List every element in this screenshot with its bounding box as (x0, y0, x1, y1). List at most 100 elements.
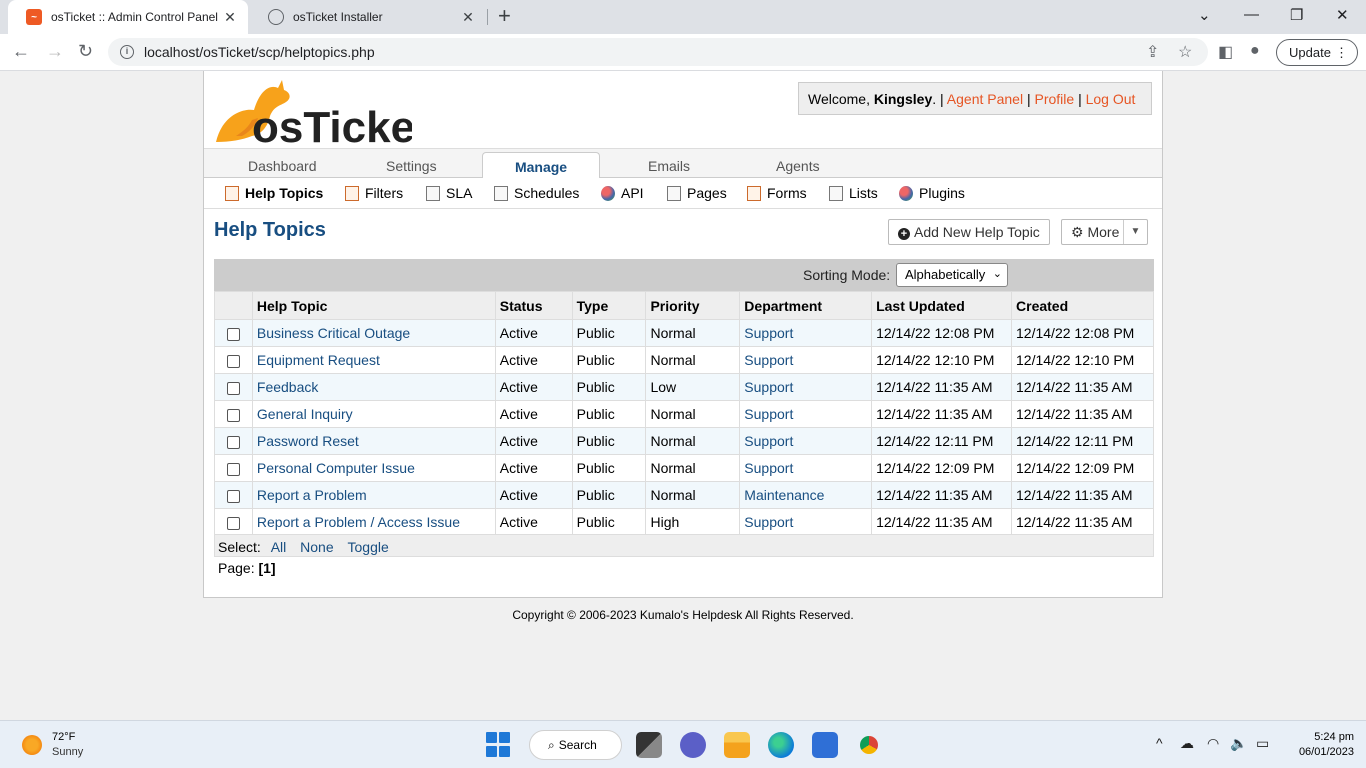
system-clock[interactable]: 5:24 pm 06/01/2023 (1284, 730, 1354, 760)
taskbar-search[interactable]: ⌕ Search (529, 730, 622, 760)
tab-installer[interactable]: osTicket Installer ✕ (250, 0, 486, 34)
wifi-icon[interactable]: ◠ (1207, 735, 1219, 752)
tab-settings[interactable]: Settings (386, 158, 437, 174)
restore-icon[interactable]: ❐ (1290, 6, 1303, 24)
select-all-link[interactable]: All (271, 539, 287, 555)
column-header[interactable]: Status (494, 291, 573, 320)
row-checkbox[interactable] (226, 435, 240, 449)
add-help-topic-button[interactable]: + Add New Help Topic (888, 219, 1050, 245)
subnav-help-topics[interactable]: Help Topics (225, 185, 323, 201)
subnav-forms[interactable]: Forms (747, 185, 807, 201)
sorting-mode-select[interactable]: Alphabetically ⌄ (896, 263, 1008, 287)
profile-avatar-icon[interactable]: ● (1250, 42, 1260, 60)
row-checkbox[interactable] (226, 408, 240, 422)
more-button[interactable]: ⚙ More ▼ (1061, 219, 1148, 245)
weather-condition[interactable]: Sunny (52, 746, 83, 758)
subnav-sla[interactable]: SLA (426, 185, 472, 201)
subnav-filters[interactable]: Filters (345, 185, 403, 201)
chevron-up-icon[interactable]: ^ (1156, 735, 1163, 751)
osticket-logo[interactable]: osTicket (212, 76, 412, 146)
tab-agents[interactable]: Agents (776, 158, 820, 174)
back-icon[interactable]: ← (12, 41, 30, 61)
subnav-api[interactable]: API (601, 185, 644, 201)
edge-icon[interactable] (768, 732, 794, 758)
department-link[interactable]: Support (744, 406, 793, 422)
bookmark-star-icon[interactable]: ☆ (1178, 42, 1192, 62)
help-topic-link[interactable]: Equipment Request (257, 352, 380, 368)
new-tab-icon[interactable]: + (498, 5, 511, 27)
close-tab-icon[interactable]: ✕ (222, 9, 238, 26)
task-view-icon[interactable] (636, 732, 662, 758)
help-topic-link[interactable]: Feedback (257, 379, 318, 395)
department-link[interactable]: Support (744, 460, 793, 476)
row-checkbox[interactable] (226, 489, 240, 503)
forward-icon[interactable]: → (46, 41, 64, 61)
profile-link[interactable]: Profile (1035, 91, 1075, 107)
share-icon[interactable]: ⇪ (1146, 42, 1159, 62)
help-topic-link[interactable]: Report a Problem (257, 487, 367, 503)
department-link[interactable]: Support (744, 514, 793, 530)
column-header[interactable]: Type (571, 291, 647, 320)
column-header[interactable]: Department (739, 291, 873, 320)
tab-dashboard[interactable]: Dashboard (248, 158, 317, 174)
chrome-icon[interactable] (856, 732, 882, 758)
store-icon[interactable] (812, 732, 838, 758)
column-header[interactable]: Last Updated (871, 291, 1013, 320)
file-explorer-icon[interactable] (724, 732, 750, 758)
side-panel-icon[interactable]: ◧ (1218, 42, 1233, 62)
row-checkbox[interactable] (226, 516, 240, 530)
subnav-plugins[interactable]: Plugins (899, 185, 965, 201)
help-topic-link[interactable]: Report a Problem / Access Issue (257, 514, 460, 530)
help-topic-link[interactable]: Personal Computer Issue (257, 460, 415, 476)
plugins-icon (899, 185, 913, 201)
subnav-pages[interactable]: Pages (667, 185, 727, 201)
select-label: Select: (218, 539, 261, 555)
help-topic-link[interactable]: General Inquiry (257, 406, 353, 422)
help-topic-link[interactable]: Password Reset (257, 433, 359, 449)
column-header[interactable]: Priority (645, 291, 741, 320)
help-topic-link[interactable]: Business Critical Outage (257, 325, 410, 341)
site-info-icon[interactable]: i (120, 45, 134, 59)
department-link[interactable]: Support (744, 352, 793, 368)
tab-manage[interactable]: Manage (482, 152, 600, 180)
chat-icon[interactable] (680, 732, 706, 758)
tab-divider (487, 9, 488, 25)
chevron-down-icon[interactable]: ▼ (1123, 220, 1147, 244)
minimize-icon[interactable]: — (1244, 6, 1259, 23)
tab-admin-control-panel[interactable]: ~ osTicket :: Admin Control Panel ✕ (8, 0, 248, 34)
current-page[interactable]: [1] (258, 560, 275, 576)
department-link[interactable]: Support (744, 379, 793, 395)
select-toggle-link[interactable]: Toggle (348, 539, 389, 555)
update-button[interactable]: Update ⋮ (1276, 39, 1358, 66)
agent-panel-link[interactable]: Agent Panel (947, 91, 1023, 107)
column-header[interactable]: Created (1011, 291, 1154, 320)
row-checkbox[interactable] (226, 462, 240, 476)
row-checkbox[interactable] (226, 327, 240, 341)
column-header[interactable]: Help Topic (251, 291, 496, 320)
tab-emails[interactable]: Emails (648, 158, 690, 174)
department-link[interactable]: Maintenance (744, 487, 824, 503)
row-checkbox[interactable] (226, 381, 240, 395)
department-link[interactable]: Support (744, 433, 793, 449)
reload-icon[interactable]: ↻ (78, 41, 93, 61)
logout-link[interactable]: Log Out (1086, 91, 1136, 107)
windows-start-icon[interactable] (486, 732, 510, 758)
priority-cell: Low (645, 373, 741, 401)
weather-temperature[interactable]: 72°F (52, 731, 75, 743)
row-checkbox[interactable] (226, 354, 240, 368)
battery-icon[interactable]: ▭ (1256, 735, 1269, 752)
close-window-icon[interactable]: ✕ (1336, 6, 1349, 24)
tab-search-icon[interactable]: ⌄ (1198, 6, 1211, 24)
subnav-lists[interactable]: Lists (829, 185, 878, 201)
subnav-schedules[interactable]: Schedules (494, 185, 579, 201)
subnav-label: Forms (767, 185, 807, 201)
page-title: Help Topics (214, 219, 326, 241)
close-tab-icon[interactable]: ✕ (460, 9, 476, 26)
onedrive-cloud-icon[interactable]: ☁ (1180, 735, 1194, 752)
department-link[interactable]: Support (744, 325, 793, 341)
help-topic-cell: Business Critical Outage (251, 319, 496, 347)
select-none-link[interactable]: None (300, 539, 333, 555)
address-bar[interactable]: i localhost/osTicket/scp/helptopics.php (108, 38, 1208, 66)
sun-icon[interactable] (22, 735, 42, 755)
volume-icon[interactable]: 🔈 (1230, 735, 1247, 752)
